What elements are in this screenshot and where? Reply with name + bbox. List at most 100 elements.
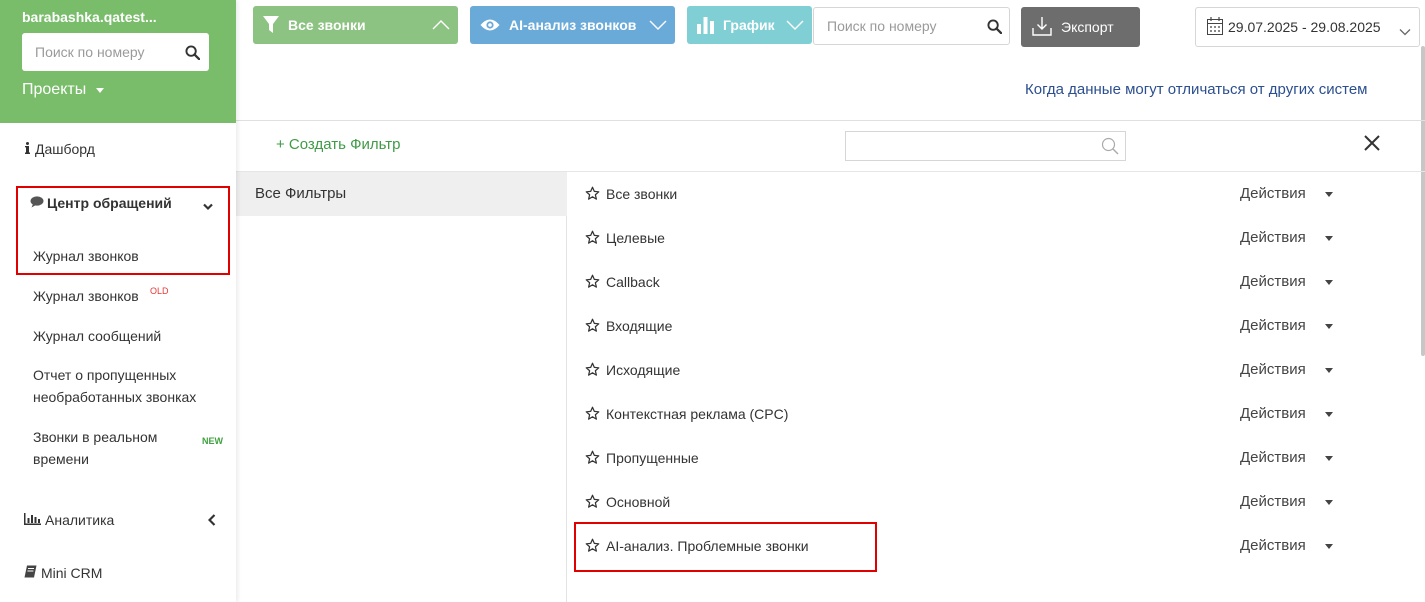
star-icon[interactable] [585, 318, 600, 338]
chevron-up-icon [432, 18, 450, 34]
actions-dropdown[interactable]: Действия [1240, 273, 1306, 290]
star-icon[interactable] [585, 406, 600, 426]
new-badge: NEW [202, 436, 223, 446]
nav-call-log[interactable]: Журнал звонков [33, 245, 139, 267]
chevron-down-icon[interactable] [203, 198, 213, 216]
actions-dropdown[interactable]: Действия [1240, 317, 1306, 334]
search-icon[interactable] [185, 45, 201, 65]
caret-down-icon[interactable] [1325, 368, 1333, 373]
nav-group-contact-center[interactable]: Центр обращений [30, 195, 172, 211]
nav-dashboard-label: Дашборд [35, 141, 95, 157]
caret-down-icon[interactable] [1325, 500, 1333, 505]
old-badge: OLD [150, 286, 169, 296]
date-range-picker[interactable]: 29.07.2025 - 29.08.2025 [1195, 7, 1420, 47]
star-icon[interactable] [585, 450, 600, 470]
nav-message-log[interactable]: Журнал сообщений [33, 325, 161, 347]
all-filters-tab[interactable]: Все Фильтры [236, 172, 567, 216]
bar-chart-icon [697, 16, 714, 34]
bar-chart-icon [24, 512, 41, 528]
filter-label[interactable]: Callback [606, 274, 660, 290]
all-calls-button[interactable]: Все звонки [253, 6, 458, 44]
filter-label[interactable]: Пропущенные [606, 450, 699, 466]
caret-down-icon[interactable] [1325, 544, 1333, 549]
sidebar-header: barabashka.qatest... Проекты [0, 0, 236, 123]
projects-dropdown[interactable]: Проекты [22, 81, 214, 99]
caret-down-icon[interactable] [1325, 324, 1333, 329]
number-search-input[interactable] [814, 8, 1009, 44]
date-range-value: 29.07.2025 - 29.08.2025 [1228, 19, 1381, 35]
filter-row[interactable]: Исходящие Действия [568, 348, 1420, 392]
actions-dropdown[interactable]: Действия [1240, 185, 1306, 202]
filter-row[interactable]: Контекстная реклама (CPC) Действия [568, 392, 1420, 436]
filter-icon [263, 16, 279, 34]
scrollbar[interactable] [1421, 46, 1425, 356]
number-search [813, 7, 1010, 45]
account-name[interactable]: barabashka.qatest... [22, 9, 214, 27]
filter-search [845, 131, 1126, 161]
ai-analysis-button[interactable]: AI-анализ звонков [470, 6, 675, 44]
calendar-icon [1207, 16, 1223, 38]
actions-dropdown[interactable]: Действия [1240, 229, 1306, 246]
caret-down-icon[interactable] [1325, 412, 1333, 417]
export-button[interactable]: Экспорт [1021, 7, 1140, 47]
all-calls-label: Все звонки [288, 17, 366, 33]
filter-row[interactable]: Целевые Действия [568, 216, 1420, 260]
search-icon[interactable] [987, 19, 1003, 39]
nav-analytics-label: Аналитика [45, 512, 115, 528]
filter-groups: Все Фильтры [236, 172, 567, 602]
graph-button[interactable]: График [687, 6, 812, 44]
filter-row[interactable]: Входящие Действия [568, 304, 1420, 348]
filter-row[interactable]: Основной Действия [568, 480, 1420, 524]
nav-mini-crm[interactable]: Mini CRM [24, 565, 102, 581]
nav-call-log-old[interactable]: Журнал звонков [33, 285, 139, 307]
info-icon [24, 141, 31, 157]
star-icon[interactable] [585, 494, 600, 514]
actions-dropdown[interactable]: Действия [1240, 493, 1306, 510]
nav-analytics[interactable]: Аналитика [24, 512, 114, 528]
actions-dropdown[interactable]: Действия [1240, 361, 1306, 378]
divider [236, 120, 1425, 121]
eye-icon [480, 18, 500, 32]
nav-mini-crm-label: Mini CRM [41, 565, 103, 581]
filter-label[interactable]: Основной [606, 494, 670, 510]
actions-dropdown[interactable]: Действия [1240, 537, 1306, 554]
filter-label[interactable]: Целевые [606, 230, 665, 246]
filter-label[interactable]: Исходящие [606, 362, 680, 378]
download-icon [1032, 16, 1052, 39]
create-filter-link[interactable]: + Создать Фильтр [276, 136, 401, 153]
nav-realtime-calls[interactable]: Звонки в реальном времени [33, 426, 183, 470]
star-icon[interactable] [585, 274, 600, 294]
filter-label[interactable]: Контекстная реклама (CPC) [606, 406, 788, 422]
chevron-down-icon [649, 18, 667, 34]
chevron-left-icon[interactable] [207, 513, 216, 531]
highlight-box-filter [574, 522, 877, 572]
caret-down-icon[interactable] [1325, 280, 1333, 285]
actions-dropdown[interactable]: Действия [1240, 449, 1306, 466]
filter-row[interactable]: Все звонки Действия [568, 172, 1420, 216]
actions-dropdown[interactable]: Действия [1240, 405, 1306, 422]
nav-dashboard[interactable]: Дашборд [24, 141, 95, 157]
filter-label[interactable]: Входящие [606, 318, 672, 334]
book-icon [24, 565, 37, 581]
data-discrepancy-link[interactable]: Когда данные могут отличаться от других … [1025, 81, 1367, 98]
chevron-down-icon [1399, 23, 1411, 39]
filter-row[interactable]: Callback Действия [568, 260, 1420, 304]
caret-down-icon [96, 87, 105, 93]
sidebar-search [22, 33, 209, 71]
close-icon[interactable] [1363, 134, 1381, 157]
sidebar-search-input[interactable] [22, 33, 209, 71]
search-icon[interactable] [1101, 137, 1119, 160]
nav-missed-calls-report[interactable]: Отчет о пропущенных необработанных звонк… [33, 364, 213, 408]
filter-search-input[interactable] [846, 132, 1125, 160]
graph-label: График [723, 17, 775, 33]
projects-label: Проекты [22, 81, 87, 98]
caret-down-icon[interactable] [1325, 456, 1333, 461]
filter-label[interactable]: Все звонки [606, 186, 677, 202]
star-icon[interactable] [585, 362, 600, 382]
star-icon[interactable] [585, 230, 600, 250]
export-label: Экспорт [1061, 19, 1114, 35]
caret-down-icon[interactable] [1325, 192, 1333, 197]
caret-down-icon[interactable] [1325, 236, 1333, 241]
filter-row[interactable]: Пропущенные Действия [568, 436, 1420, 480]
star-icon[interactable] [585, 186, 600, 206]
